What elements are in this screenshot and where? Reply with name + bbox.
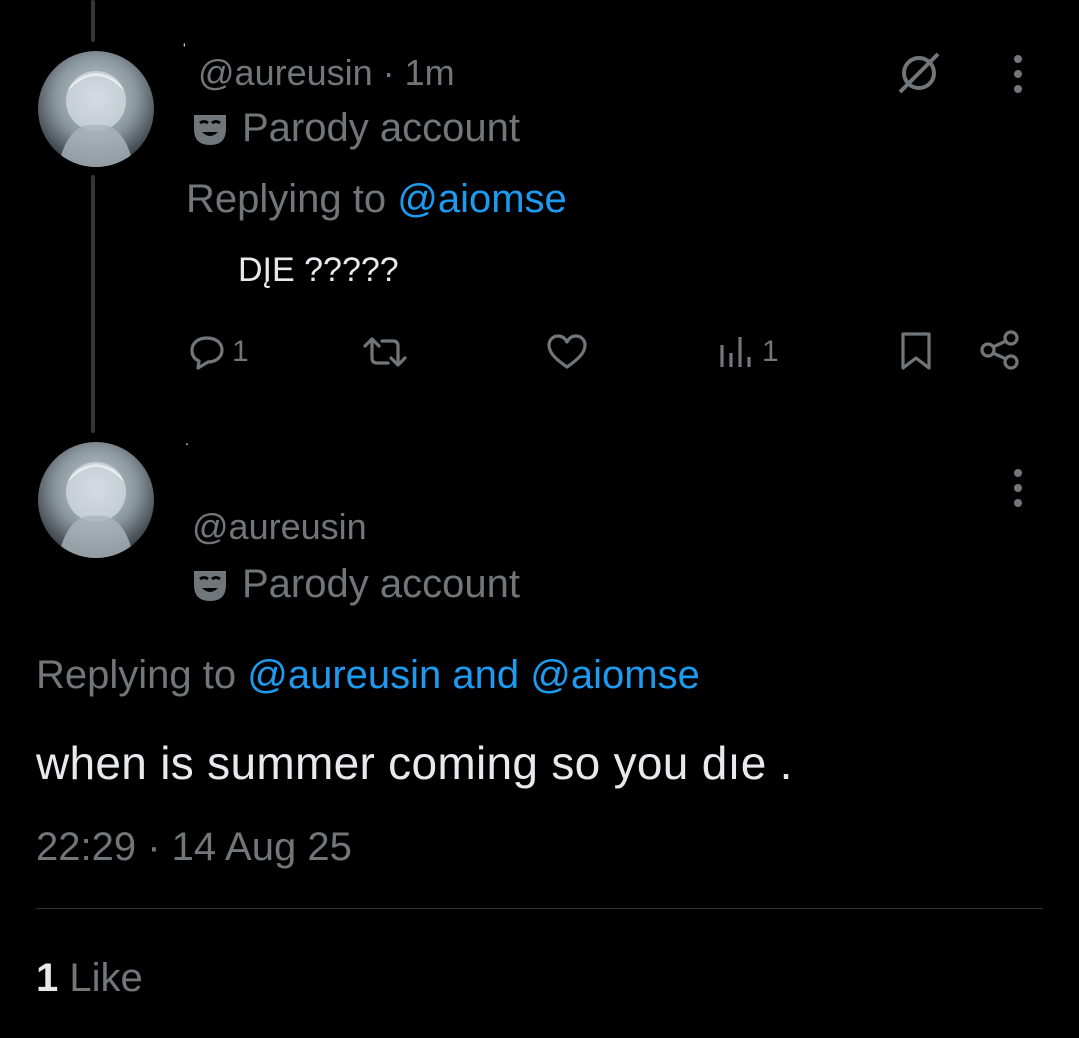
tweet-text: when is summer coming so you dıe . (36, 737, 793, 789)
grok-slash-icon (898, 52, 940, 94)
more-icon (1014, 55, 1022, 93)
parody-label: Parody account (242, 106, 520, 150)
more-icon (1014, 469, 1022, 507)
views-icon (720, 337, 751, 367)
timestamp[interactable]: 22:29 · 14 Aug 25 (36, 825, 352, 870)
thread-line-top (91, 0, 95, 42)
share-button[interactable] (978, 329, 1022, 371)
handle[interactable]: @aureusin (198, 52, 373, 93)
parody-label: Parody account (242, 562, 520, 606)
mask-icon (194, 114, 226, 145)
replying-to: Replying to @aiomse (186, 177, 567, 222)
parody-badge: Parody account (190, 106, 520, 151)
handle-time: @aureusin · 1m (198, 52, 455, 94)
reply-count: 1 (232, 335, 249, 368)
replying-prefix: Replying to (186, 177, 387, 221)
more-button[interactable] (1006, 52, 1030, 96)
reply-icon (190, 336, 224, 370)
like-count: 1 (36, 956, 59, 1000)
grok-button[interactable] (894, 48, 944, 98)
retweet-icon (363, 337, 407, 367)
display-name[interactable]: . (185, 432, 189, 448)
avatar-image (58, 71, 134, 167)
bookmark-button[interactable] (898, 331, 934, 371)
mask-icon (194, 570, 226, 601)
replying-mention[interactable]: @aiomse (397, 177, 567, 221)
like-icon (547, 334, 587, 369)
divider (36, 908, 1043, 909)
time[interactable]: · 1m (383, 52, 455, 93)
parody-badge: Parody account (190, 562, 520, 607)
reply-button[interactable]: 1 (188, 333, 249, 371)
more-button[interactable] (1006, 466, 1030, 510)
handle[interactable]: @aureusin (192, 506, 367, 548)
views-count: 1 (762, 335, 779, 368)
replying-to: Replying to @aureusin and @aiomse (36, 653, 700, 698)
avatar[interactable] (38, 442, 154, 558)
avatar-image (58, 462, 134, 558)
share-icon (980, 330, 1019, 370)
avatar[interactable] (38, 51, 154, 167)
bookmark-icon (901, 332, 931, 370)
replying-prefix: Replying to (36, 653, 237, 697)
like-label: Like (69, 956, 143, 1000)
likes-summary[interactable]: 1 Like (36, 956, 143, 1001)
thread-line-middle (91, 175, 95, 433)
views-button[interactable]: 1 (718, 335, 779, 369)
retweet-button[interactable] (362, 333, 408, 371)
tweet-text: DĮE ????? (238, 251, 399, 289)
display-name[interactable]: ' (183, 40, 186, 56)
replying-mentions[interactable]: @aureusin and @aiomse (247, 653, 700, 697)
like-button[interactable] (546, 333, 588, 371)
